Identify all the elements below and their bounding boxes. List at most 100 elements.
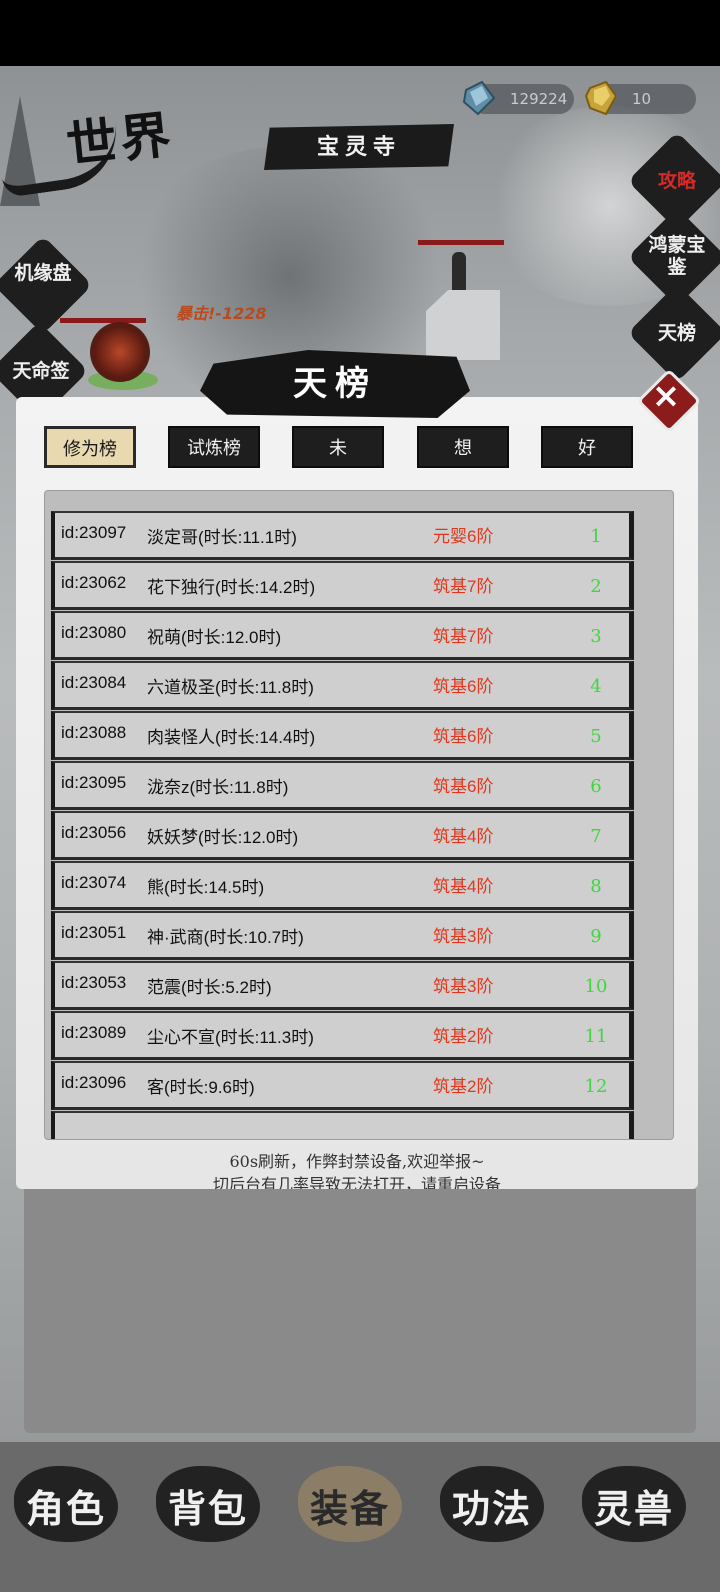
- player-id: id:23053: [61, 973, 127, 992]
- player-id: id:23095: [61, 773, 127, 792]
- player-realm: 筑基4阶: [433, 877, 494, 896]
- ranking-row[interactable]: id:23080 祝萌(时长:12.0时) 筑基7阶 3: [51, 611, 634, 660]
- player-realm: 筑基3阶: [433, 977, 494, 996]
- player-id: id:23074: [61, 873, 127, 892]
- player-rank: 10: [584, 976, 608, 997]
- close-icon[interactable]: ×: [638, 376, 694, 416]
- location-banner: 宝灵寺: [264, 124, 454, 170]
- player-rank: 2: [590, 576, 602, 597]
- nav-label[interactable]: 功法: [440, 1478, 544, 1533]
- treasure-button[interactable]: 鸿蒙宝鉴: [642, 234, 712, 278]
- player-realm: 元婴6阶: [433, 527, 494, 546]
- jade-count: 129224: [510, 90, 568, 108]
- guide-button[interactable]: 攻略: [632, 170, 720, 192]
- ranking-button[interactable]: 天榜: [632, 322, 720, 344]
- ranking-row[interactable]: id:23095 泷奈z(时长:11.8时) 筑基6阶 6: [51, 761, 634, 810]
- ranking-row[interactable]: id:23051 神·武商(时长:10.7时) 筑基3阶 9: [51, 911, 634, 960]
- ranking-row-partial[interactable]: [51, 1111, 634, 1139]
- ranking-list[interactable]: id:23097 淡定哥(时长:11.1时) 元婴6阶 1 id:23062 花…: [44, 490, 674, 1140]
- refresh-notice: 60s刷新，作弊封禁设备,欢迎举报~: [229, 1152, 485, 1171]
- player-name: 肉装怪人(时长:14.4时): [147, 728, 316, 747]
- jade-currency: 129224: [462, 80, 574, 116]
- player-id: id:23088: [61, 723, 127, 742]
- player-name: 妖妖梦(时长:12.0时): [147, 828, 299, 847]
- monster-sprite: [90, 322, 150, 382]
- player-name: 范震(时长:5.2时): [147, 978, 272, 997]
- player-realm: 筑基2阶: [433, 1027, 494, 1046]
- tab-5[interactable]: 好: [541, 426, 633, 468]
- nav-beast-button[interactable]: 灵兽: [582, 1458, 686, 1546]
- player-rank: 6: [590, 776, 602, 797]
- player-name: 尘心不宣(时长:11.3时): [147, 1028, 314, 1047]
- nav-label[interactable]: 灵兽: [582, 1478, 686, 1533]
- gold-currency: 10: [584, 80, 696, 116]
- player-realm: 筑基7阶: [433, 627, 494, 646]
- player-id: id:23080: [61, 623, 127, 642]
- player-id: id:23056: [61, 823, 127, 842]
- monster-hp-bar: [60, 318, 146, 323]
- destiny-lot-button[interactable]: 天命签: [0, 360, 86, 382]
- jade-crystal-icon: [462, 80, 496, 116]
- player-rank: 3: [590, 626, 602, 647]
- ranking-row[interactable]: id:23097 淡定哥(时长:11.1时) 元婴6阶 1: [51, 511, 634, 560]
- player-rank: 11: [584, 1026, 608, 1047]
- nav-label[interactable]: 角色: [14, 1478, 118, 1533]
- player-name: 祝萌(时长:12.0时): [147, 628, 282, 647]
- nav-label[interactable]: 背包: [156, 1478, 260, 1533]
- player-id: id:23051: [61, 923, 127, 942]
- nav-skills-button[interactable]: 功法: [440, 1458, 544, 1546]
- player-name: 花下独行(时长:14.2时): [147, 578, 316, 597]
- status-bar: [0, 0, 720, 66]
- player-realm: 筑基6阶: [433, 777, 494, 796]
- ranking-row[interactable]: id:23088 肉装怪人(时长:14.4时) 筑基6阶 5: [51, 711, 634, 760]
- player-id: id:23089: [61, 1023, 127, 1042]
- player-realm: 筑基3阶: [433, 927, 494, 946]
- ranking-row[interactable]: id:23056 妖妖梦(时长:12.0时) 筑基4阶 7: [51, 811, 634, 860]
- tab-4[interactable]: 想: [417, 426, 509, 468]
- ranking-row[interactable]: id:23074 熊(时长:14.5时) 筑基4阶 8: [51, 861, 634, 910]
- close-button[interactable]: ×: [636, 368, 702, 434]
- player-realm: 筑基6阶: [433, 727, 494, 746]
- player-name: 淡定哥(时长:11.1时): [147, 528, 297, 547]
- player-name: 六道极圣(时长:11.8时): [147, 678, 314, 697]
- player-name: 熊(时长:14.5时): [147, 878, 265, 897]
- tab-cultivation[interactable]: 修为榜: [44, 426, 136, 468]
- panel-title: 天榜: [293, 364, 377, 404]
- player-name: 客(时长:9.6时): [147, 1078, 255, 1097]
- player-id: id:23097: [61, 523, 127, 542]
- tab-3[interactable]: 未: [292, 426, 384, 468]
- world-title: 世界: [63, 104, 178, 175]
- ranking-row[interactable]: id:23084 六道极圣(时长:11.8时) 筑基6阶 4: [51, 661, 634, 710]
- player-rank: 8: [590, 876, 602, 897]
- damage-text: 暴击!-1228: [176, 304, 267, 323]
- nav-character-button[interactable]: 角色: [14, 1458, 118, 1546]
- gold-count: 10: [632, 90, 652, 108]
- player-realm: 筑基2阶: [433, 1077, 494, 1096]
- ranking-row[interactable]: id:23053 范震(时长:5.2时) 筑基3阶 10: [51, 961, 634, 1010]
- player-id: id:23084: [61, 673, 127, 692]
- ranking-row[interactable]: id:23089 尘心不宣(时长:11.3时) 筑基2阶 11: [51, 1011, 634, 1060]
- ranking-row[interactable]: id:23062 花下独行(时长:14.2时) 筑基7阶 2: [51, 561, 634, 610]
- player-rank: 1: [590, 526, 602, 547]
- player-rank: 4: [590, 676, 602, 697]
- player-rank: 12: [584, 1076, 608, 1097]
- player-id: id:23062: [61, 573, 127, 592]
- player-rank: 9: [590, 926, 602, 947]
- player-realm: 筑基6阶: [433, 677, 494, 696]
- gold-ingot-icon: [584, 80, 618, 116]
- player-name: 泷奈z(时长:11.8时): [147, 778, 289, 797]
- ranking-row[interactable]: id:23096 客(时长:9.6时) 筑基2阶 12: [51, 1061, 634, 1110]
- player-rank: 7: [590, 826, 602, 847]
- enemy-hp-bar: [418, 240, 504, 245]
- player-realm: 筑基7阶: [433, 577, 494, 596]
- nav-label[interactable]: 装备: [298, 1478, 402, 1533]
- fortune-wheel-button[interactable]: 机缘盘: [0, 262, 86, 284]
- player-realm: 筑基4阶: [433, 827, 494, 846]
- player-id: id:23096: [61, 1073, 127, 1092]
- lower-content-area: [24, 1189, 696, 1433]
- player-rank: 5: [590, 726, 602, 747]
- nav-bag-button[interactable]: 背包: [156, 1458, 260, 1546]
- nav-equipment-button[interactable]: 装备: [298, 1458, 402, 1546]
- player-name: 神·武商(时长:10.7时): [147, 928, 304, 947]
- tab-trial[interactable]: 试炼榜: [168, 426, 260, 468]
